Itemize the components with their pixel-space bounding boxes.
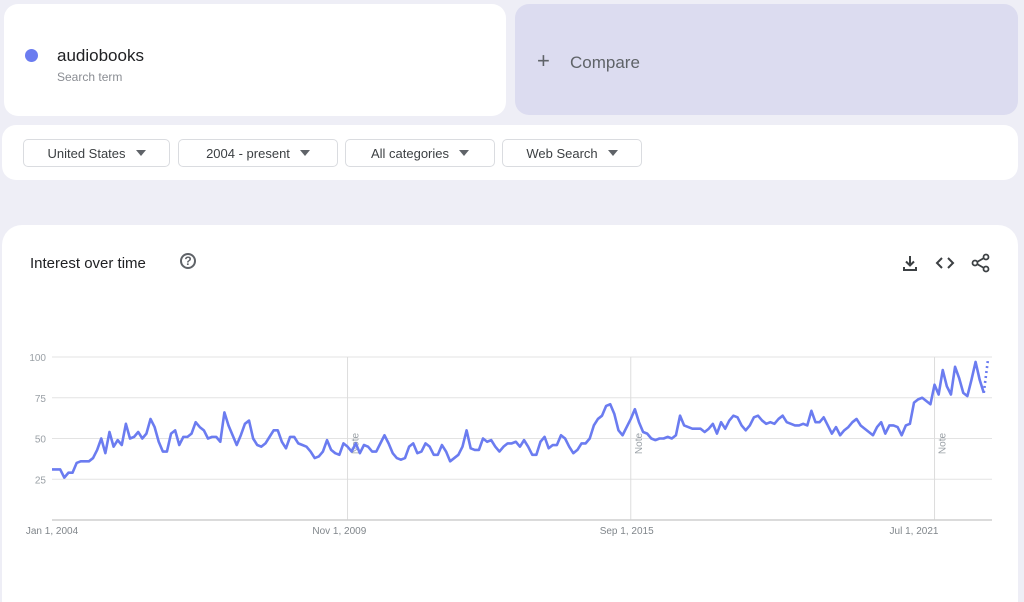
search-term-card[interactable]: audiobooks Search term [4,4,506,116]
caret-down-icon [135,150,146,156]
plus-icon: + [537,48,550,73]
compare-label: Compare [570,53,640,72]
note-label: Note [634,433,645,455]
y-tick-label: 25 [35,475,47,486]
y-tick-label: 50 [35,435,47,446]
line-chart[interactable]: Note Note Note 255075100Jan 1, 2004 Nov 1, … [2,225,1018,602]
caret-down-icon [607,150,618,156]
series-partial-line [982,360,990,394]
x-tick-label: Sep 1, 2015 [600,526,654,537]
x-tick-label: Jan 1, 2004 [26,526,79,537]
search-term-subtitle: Search term [57,70,123,84]
compare-button[interactable]: + Compare [515,4,1018,115]
filter-bar: United States 2004 - present All categor… [2,125,1018,180]
search-type-dropdown[interactable]: Web Search [502,139,642,167]
y-tick-label: 75 [35,394,47,405]
category-dropdown-label: All categories [370,145,450,161]
region-dropdown[interactable]: United States [23,139,170,167]
region-dropdown-label: United States [47,145,126,161]
category-dropdown[interactable]: All categories [345,139,495,167]
time-range-dropdown[interactable]: 2004 - present [178,139,338,167]
interest-over-time-card: Interest over time ? Note Note Note 25 50 75… [2,225,1018,602]
caret-down-icon [299,150,310,156]
caret-down-icon [459,150,470,156]
x-tick-label: Nov 1, 2009 [312,526,366,537]
series-line-audiobooks [52,360,986,479]
note-label: Note [938,433,949,455]
x-tick-label: Jul 1, 2021 [890,526,939,537]
series-color-dot [25,49,38,62]
y-tick-label: 100 [29,353,46,364]
time-range-dropdown-label: 2004 - present [206,145,290,161]
search-term-name: audiobooks [57,46,144,65]
search-type-dropdown-label: Web Search [526,145,598,161]
